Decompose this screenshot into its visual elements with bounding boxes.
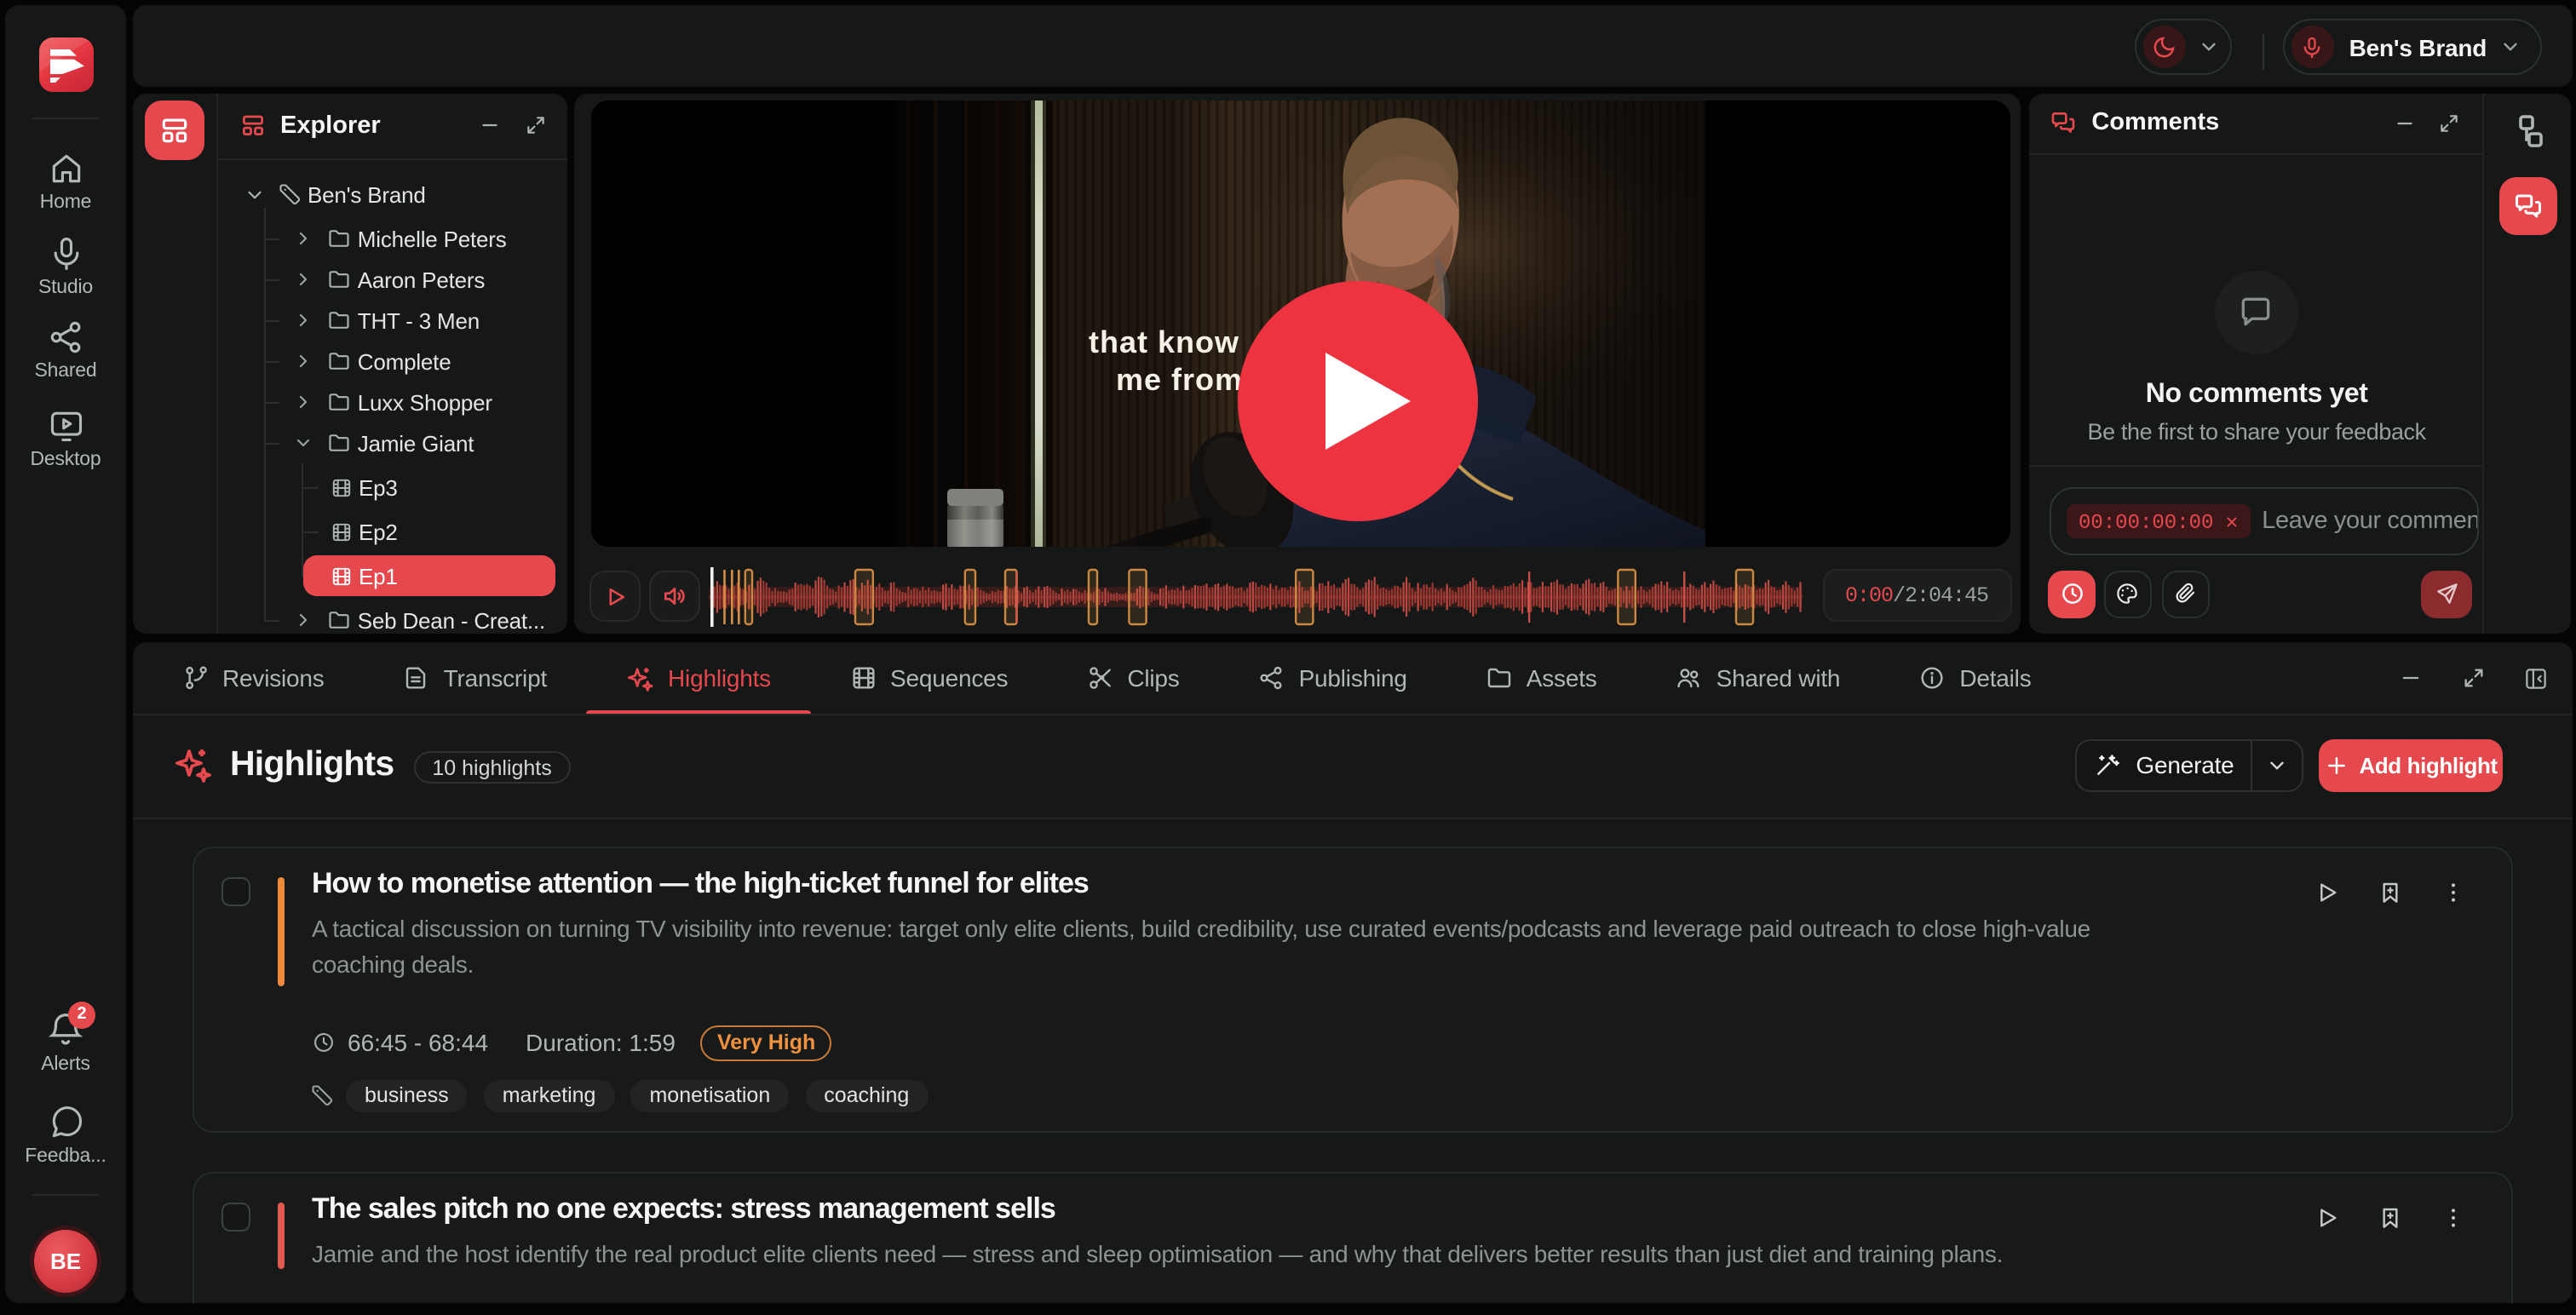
svg-text:that know: that know <box>1088 324 1239 359</box>
